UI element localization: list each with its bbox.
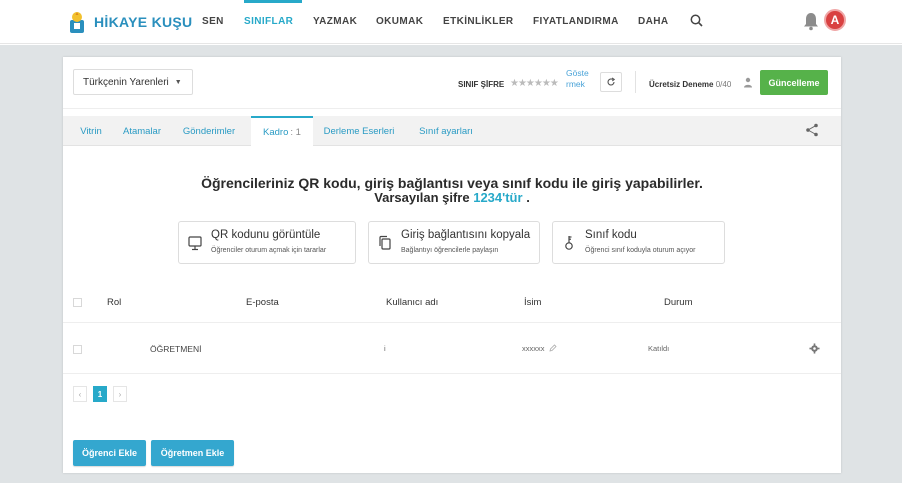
view-qr-code-desc: Öğrenciler oturum açmak için tararlar bbox=[211, 247, 327, 254]
show-password-link[interactable]: Göste rmek bbox=[566, 68, 596, 90]
column-header-role[interactable]: Rol bbox=[107, 297, 121, 308]
free-trial-count: 0/40 bbox=[715, 80, 732, 89]
login-info-heading: Öğrencileriniz QR kodu, giriş bağlantısı… bbox=[201, 175, 703, 191]
class-card: Türkçenin Yarenleri ▼ SINIF ŞİFRE ★★★★★★… bbox=[63, 57, 841, 473]
class-selector[interactable]: Türkçenin Yarenleri ▼ bbox=[73, 69, 193, 95]
default-password-value: 1234'tür bbox=[473, 190, 523, 205]
monitor-icon bbox=[188, 236, 202, 251]
nav-item-yazmak[interactable]: YAZMAK bbox=[313, 16, 357, 27]
tab-gonderimler[interactable]: Gönderimler bbox=[177, 116, 241, 146]
nav-item-etkinlikler[interactable]: ETKİNLİKLER bbox=[443, 16, 514, 27]
tab-kadro[interactable]: Kadro : 1 bbox=[251, 116, 313, 146]
page-1-button[interactable]: 1 bbox=[93, 386, 107, 402]
nav-item-fiyatlandirma[interactable]: FIYATLANDIRMA bbox=[533, 16, 619, 27]
brand-name: HİKAYE KUŞU bbox=[94, 14, 193, 30]
brand-logo[interactable]: HİKAYE KUŞU bbox=[68, 10, 192, 34]
column-header-name[interactable]: İsim bbox=[524, 297, 541, 308]
upgrade-button[interactable]: Güncelleme bbox=[760, 70, 828, 95]
tab-kadro-count: : 1 bbox=[290, 126, 301, 138]
bird-logo-icon bbox=[70, 12, 84, 33]
default-password-info: Varsayılan şifre 1234'tür . bbox=[63, 190, 841, 205]
tab-sinif-ayarlari[interactable]: Sınıf ayarları bbox=[415, 116, 477, 146]
view-qr-code-title: QR kodunu görüntüle bbox=[211, 229, 321, 241]
gear-icon[interactable] bbox=[809, 343, 820, 354]
tab-atamalar[interactable]: Atamalar bbox=[119, 116, 165, 146]
class-password-label: SINIF ŞİFRE bbox=[458, 80, 505, 89]
search-icon[interactable] bbox=[689, 13, 705, 29]
prev-page-button[interactable]: ‹ bbox=[73, 386, 87, 402]
default-password-suffix: . bbox=[526, 190, 530, 205]
nav-item-daha[interactable]: DAHA bbox=[638, 16, 669, 27]
person-icon bbox=[744, 77, 752, 88]
column-header-status[interactable]: Durum bbox=[664, 297, 693, 308]
key-icon bbox=[565, 236, 573, 250]
tab-vitrin[interactable]: Vitrin bbox=[71, 116, 111, 146]
pagination: ‹ 1 › bbox=[73, 386, 133, 402]
class-selector-value: Türkçenin Yarenleri bbox=[83, 76, 169, 88]
class-code-desc: Öğrenci sınıf koduyla oturum açıyor bbox=[585, 247, 696, 254]
row-username: i bbox=[384, 344, 386, 353]
divider bbox=[635, 71, 636, 93]
row-role: ÖĞRETMENİ bbox=[150, 344, 202, 354]
class-tabs: Vitrin Atamalar Gönderimler Kadro : 1 De… bbox=[63, 116, 841, 146]
pencil-icon[interactable] bbox=[549, 344, 557, 352]
tab-derleme-eserleri[interactable]: Derleme Eserleri bbox=[319, 116, 399, 146]
row-status: Katıldı bbox=[648, 344, 670, 353]
row-checkbox[interactable] bbox=[73, 345, 82, 354]
active-nav-indicator bbox=[244, 0, 302, 3]
bell-icon[interactable] bbox=[802, 11, 820, 31]
column-header-username[interactable]: Kullanıcı adı bbox=[386, 297, 438, 308]
copy-login-link-desc: Bağlantıyı öğrencilerle paylaşın bbox=[401, 247, 499, 254]
table-row: ÖĞRETMENİ i xxxxxx Katıldı bbox=[63, 324, 841, 374]
class-toolbar: Türkçenin Yarenleri ▼ SINIF ŞİFRE ★★★★★★… bbox=[63, 57, 841, 109]
roster-table-header: Rol E-posta Kullanıcı adı İsim Durum bbox=[63, 283, 841, 323]
next-page-button[interactable]: › bbox=[113, 386, 127, 402]
refresh-icon bbox=[607, 77, 616, 86]
copy-login-link-title: Giriş bağlantısını kopyala bbox=[401, 229, 531, 241]
nav-item-sen[interactable]: SEN bbox=[202, 16, 224, 27]
class-password-mask: ★★★★★★ bbox=[510, 78, 559, 89]
nav-item-siniflar[interactable]: SINIFLAR bbox=[244, 16, 293, 27]
refresh-password-button[interactable] bbox=[600, 72, 622, 92]
add-teacher-button[interactable]: Öğretmen Ekle bbox=[151, 440, 234, 466]
select-all-checkbox[interactable] bbox=[73, 298, 82, 307]
top-navigation: HİKAYE KUŞU SEN SINIFLAR YAZMAK OKUMAK E… bbox=[0, 0, 902, 44]
copy-login-link-button[interactable]: Giriş bağlantısını kopyala Bağlantıyı öğ… bbox=[368, 221, 540, 264]
chevron-down-icon: ▼ bbox=[174, 78, 182, 86]
free-trial-text: Ücretsiz Deneme bbox=[649, 80, 714, 89]
avatar[interactable]: A bbox=[824, 9, 846, 31]
add-student-button[interactable]: Öğrenci Ekle bbox=[73, 440, 146, 466]
class-code-title: Sınıf kodu bbox=[585, 229, 637, 241]
row-name: xxxxxx bbox=[522, 344, 557, 353]
view-qr-code-button[interactable]: QR kodunu görüntüle Öğrenciler oturum aç… bbox=[178, 221, 356, 264]
default-password-prefix: Varsayılan şifre bbox=[374, 190, 470, 205]
column-header-email[interactable]: E-posta bbox=[246, 297, 279, 308]
class-code-button[interactable]: Sınıf kodu Öğrenci sınıf koduyla oturum … bbox=[552, 221, 725, 264]
row-name-value: xxxxxx bbox=[522, 344, 545, 353]
copy-icon bbox=[379, 235, 391, 250]
tab-kadro-label: Kadro bbox=[263, 126, 289, 138]
share-icon[interactable] bbox=[805, 123, 819, 137]
free-trial-label: Ücretsiz Deneme 0/40 bbox=[649, 80, 731, 89]
nav-item-okumak[interactable]: OKUMAK bbox=[376, 16, 423, 27]
